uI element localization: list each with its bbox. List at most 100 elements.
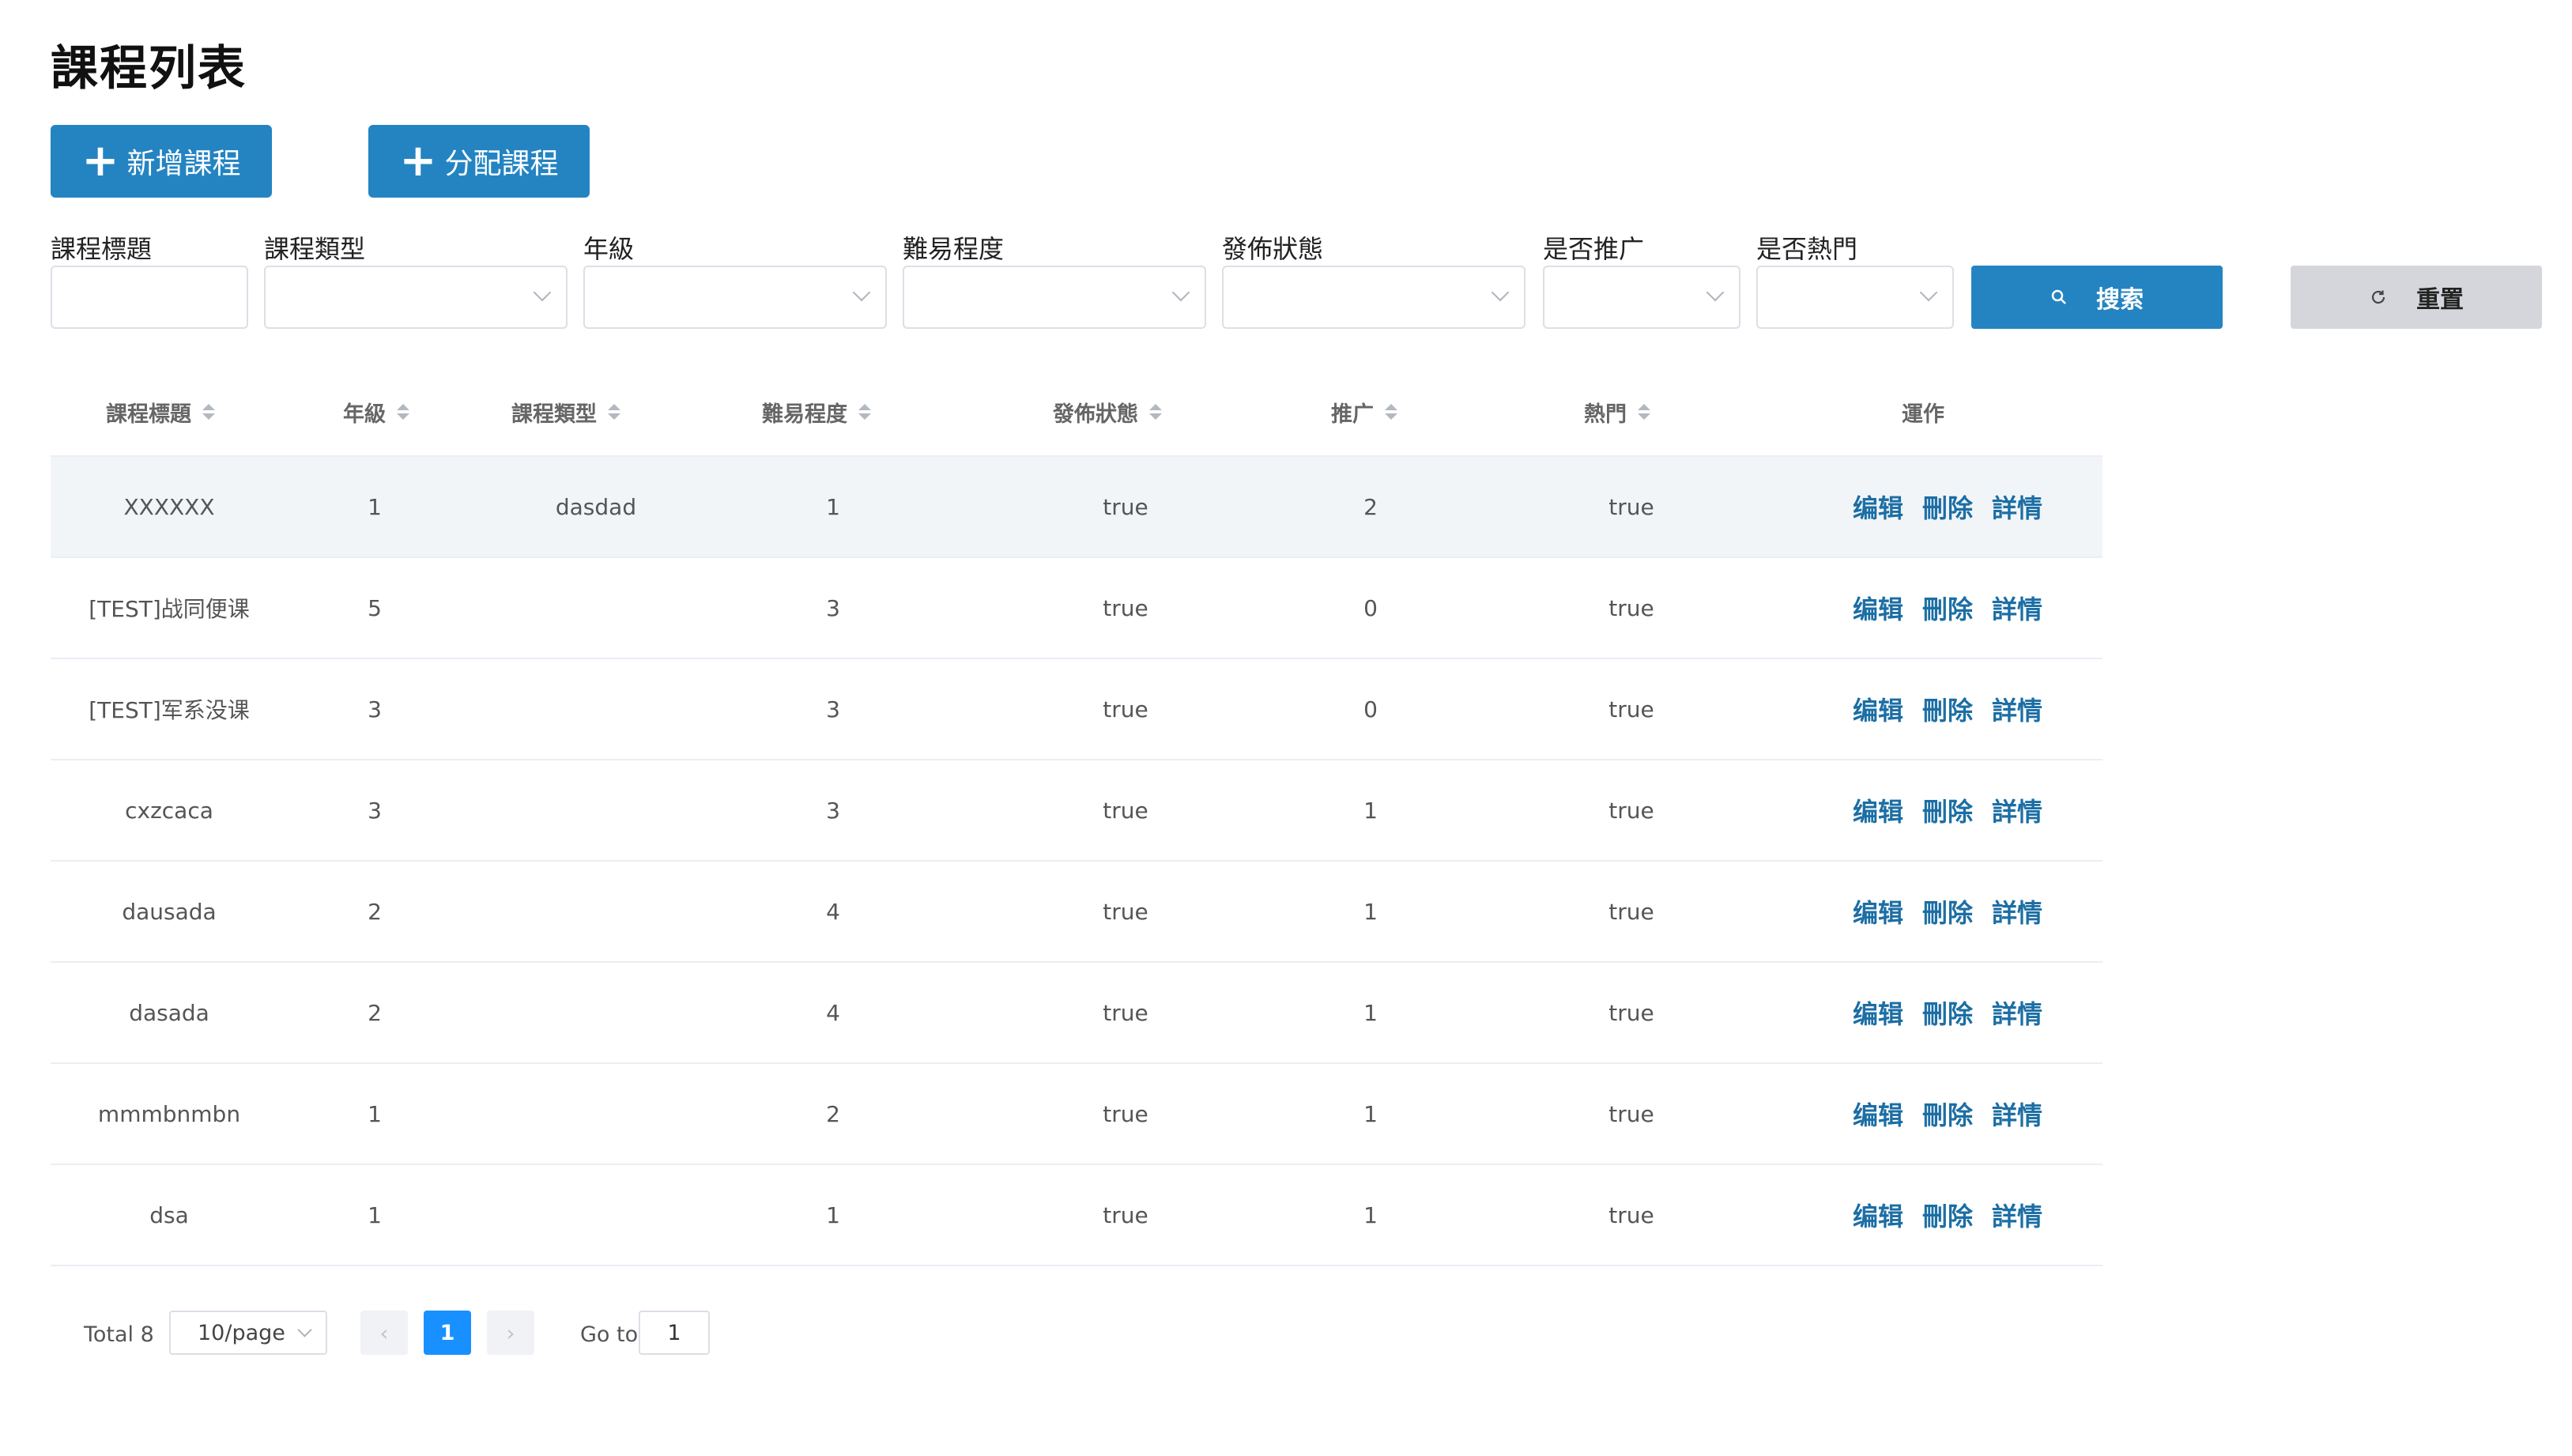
cell-status: true	[1103, 493, 1148, 520]
row-actions: 编辑 刪除 詳情	[1829, 558, 2066, 658]
cell-title: mmmbnmbn	[97, 1100, 241, 1127]
delete-link[interactable]: 刪除	[1922, 1197, 1973, 1233]
cell-difficulty: 1	[826, 1201, 840, 1228]
delete-link[interactable]: 刪除	[1922, 994, 1973, 1031]
plus-icon: +	[399, 135, 437, 187]
page-1-button[interactable]: 1	[424, 1311, 471, 1355]
sort-icon[interactable]	[1149, 404, 1162, 420]
refresh-icon	[2369, 288, 2388, 307]
table-row: XXXXXX 1 dasdad 1 true 2 true 编辑 刪除 詳情	[51, 457, 2102, 558]
detail-link[interactable]: 詳情	[1992, 691, 2042, 727]
cell-difficulty: 4	[826, 898, 840, 925]
table-header: 課程標題 年級 課程類型 難易程度 發佈狀態 推广 熱門 運作	[51, 368, 2102, 457]
sort-icon[interactable]	[202, 404, 215, 420]
grade-select[interactable]	[583, 266, 887, 329]
cell-type	[493, 1064, 699, 1164]
cell-status: true	[1103, 1201, 1148, 1228]
search-label: 搜索	[2096, 286, 2144, 314]
table-body: XXXXXX 1 dasdad 1 true 2 true 编辑 刪除 詳情 […	[51, 457, 2102, 1266]
header-hot[interactable]: 熱門	[1584, 368, 1650, 455]
row-actions: 编辑 刪除 詳情	[1829, 659, 2066, 759]
header-grade[interactable]: 年級	[343, 368, 409, 455]
header-status[interactable]: 發佈狀態	[1053, 368, 1162, 455]
cell-promote: 1	[1363, 1201, 1378, 1228]
chevron-down-icon	[1171, 283, 1190, 302]
status-select[interactable]	[1222, 266, 1525, 329]
delete-link[interactable]: 刪除	[1922, 488, 1973, 525]
edit-link[interactable]: 编辑	[1853, 691, 1903, 727]
cell-grade: 5	[368, 594, 382, 621]
detail-link[interactable]: 詳情	[1992, 590, 2042, 626]
filter-difficulty-label: 難易程度	[903, 234, 1005, 264]
edit-link[interactable]: 编辑	[1853, 994, 1903, 1031]
detail-link[interactable]: 詳情	[1992, 792, 2042, 828]
header-title-label: 課程標題	[106, 402, 191, 427]
cell-title: cxzcaca	[125, 797, 213, 824]
sort-icon[interactable]	[1385, 404, 1397, 420]
chevron-down-icon	[1919, 283, 1938, 302]
reset-button[interactable]: 重置	[2291, 266, 2542, 329]
header-type[interactable]: 課程類型	[511, 368, 620, 455]
edit-link[interactable]: 编辑	[1853, 488, 1903, 525]
sort-icon[interactable]	[1638, 404, 1650, 420]
sort-icon[interactable]	[858, 404, 871, 420]
table-row: [TEST]军系没课 3 3 true 0 true 编辑 刪除 詳情	[51, 659, 2102, 760]
cell-promote: 0	[1363, 594, 1378, 621]
delete-link[interactable]: 刪除	[1922, 590, 1973, 626]
cell-title: dausada	[122, 898, 217, 925]
goto-label: Go to	[580, 1322, 639, 1347]
header-status-label: 發佈狀態	[1053, 402, 1138, 427]
edit-link[interactable]: 编辑	[1853, 1197, 1903, 1233]
cell-promote: 1	[1363, 797, 1378, 824]
cell-hot: true	[1608, 594, 1654, 621]
edit-link[interactable]: 编辑	[1853, 792, 1903, 828]
detail-link[interactable]: 詳情	[1992, 488, 2042, 525]
hot-select[interactable]	[1756, 266, 1954, 329]
edit-link[interactable]: 编辑	[1853, 590, 1903, 626]
title-input[interactable]	[51, 266, 250, 329]
delete-link[interactable]: 刪除	[1922, 691, 1973, 727]
assign-course-label: 分配課程	[444, 148, 559, 180]
cell-status: true	[1103, 1100, 1148, 1127]
header-promote[interactable]: 推广	[1331, 368, 1397, 455]
delete-link[interactable]: 刪除	[1922, 1096, 1973, 1132]
reset-label: 重置	[2416, 286, 2464, 314]
page-size-select[interactable]: 10/page	[169, 1311, 327, 1355]
table-row: dasada 2 4 true 1 true 编辑 刪除 詳情	[51, 963, 2102, 1064]
page-size-value: 10/page	[198, 1320, 285, 1345]
cell-type	[493, 558, 699, 658]
promote-select[interactable]	[1543, 266, 1740, 329]
filter-promote-label: 是否推广	[1543, 234, 1645, 264]
search-button[interactable]: 搜索	[1971, 266, 2223, 329]
assign-course-button[interactable]: + 分配課程	[368, 125, 590, 198]
header-title[interactable]: 課程標題	[106, 368, 215, 455]
add-course-button[interactable]: + 新增課程	[51, 125, 272, 198]
sort-icon[interactable]	[608, 404, 620, 420]
cell-status: true	[1103, 797, 1148, 824]
cell-title: [TEST]军系没课	[89, 697, 250, 723]
row-actions: 编辑 刪除 詳情	[1829, 862, 2066, 961]
type-select[interactable]	[264, 266, 568, 329]
cell-type	[493, 1165, 699, 1265]
detail-link[interactable]: 詳情	[1992, 994, 2042, 1031]
detail-link[interactable]: 詳情	[1992, 1096, 2042, 1132]
cell-status: true	[1103, 594, 1148, 621]
prev-page-button[interactable]: ‹	[360, 1311, 408, 1355]
cell-grade: 2	[368, 898, 382, 925]
edit-link[interactable]: 编辑	[1853, 1096, 1903, 1132]
delete-link[interactable]: 刪除	[1922, 792, 1973, 828]
detail-link[interactable]: 詳情	[1992, 893, 2042, 930]
next-page-button[interactable]: ›	[487, 1311, 534, 1355]
detail-link[interactable]: 詳情	[1992, 1197, 2042, 1233]
goto-page-input[interactable]: 1	[639, 1311, 710, 1355]
header-ops-label: 運作	[1902, 402, 1944, 427]
cell-type	[493, 659, 699, 759]
pagination-total: Total 8	[84, 1322, 154, 1347]
edit-link[interactable]: 编辑	[1853, 893, 1903, 930]
header-difficulty[interactable]: 難易程度	[762, 368, 871, 455]
difficulty-select[interactable]	[903, 266, 1206, 329]
cell-promote: 1	[1363, 1100, 1378, 1127]
title-input-field[interactable]	[52, 267, 250, 329]
sort-icon[interactable]	[397, 404, 409, 420]
delete-link[interactable]: 刪除	[1922, 893, 1973, 930]
